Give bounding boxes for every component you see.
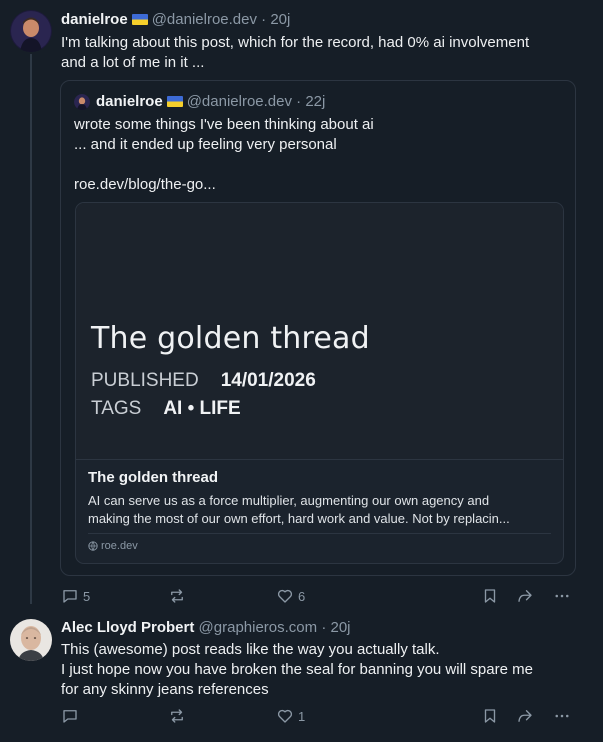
- quote-header: danielroe @danielroe.dev · 22j: [96, 93, 325, 110]
- card-domain-text: roe.dev: [101, 540, 138, 552]
- card-divider: [88, 533, 551, 534]
- post2-line: I just hope now you have broken the seal…: [61, 661, 533, 678]
- post2-bookmark-button[interactable]: [481, 707, 499, 725]
- post2-text: This (awesome) post reads like the way y…: [61, 640, 533, 700]
- quote-line: [74, 155, 374, 175]
- post1-like-button[interactable]: 6: [276, 587, 305, 605]
- card-desc-line: AI can serve us as a force multiplier, a…: [88, 493, 490, 508]
- like-icon: [277, 709, 293, 723]
- post1-time[interactable]: · 20j: [261, 11, 290, 28]
- ukraine-flag-icon: [166, 96, 183, 107]
- post2-more-button[interactable]: [553, 707, 571, 725]
- card-description: AI can serve us as a force multiplier, a…: [88, 492, 558, 528]
- post1-reply-count: 5: [83, 588, 91, 604]
- quote-line: ... and it ended up feeling very persona…: [74, 136, 337, 153]
- quote-link[interactable]: roe.dev/blog/the-go...: [74, 175, 374, 195]
- og-title: The golden thread: [91, 321, 370, 356]
- share-icon: [518, 710, 532, 722]
- post1-more-button[interactable]: [553, 587, 571, 605]
- quote-post[interactable]: danielroe @danielroe.dev · 22j wrote some…: [60, 80, 576, 576]
- avatar-alec[interactable]: [10, 619, 52, 661]
- more-icon: [555, 714, 569, 718]
- repost-icon: [171, 589, 183, 603]
- og-tags: TAGS AI • LIFE: [91, 398, 241, 420]
- quote-avatar: [74, 94, 90, 110]
- post1-author[interactable]: danielroe: [61, 11, 128, 28]
- link-card-image: The golden thread PUBLISHED 14/01/2026 TA…: [76, 203, 563, 460]
- reply-icon: [63, 710, 77, 723]
- card-desc-line: making the most of our own effort, hard …: [88, 511, 510, 526]
- card-domain: roe.dev: [88, 540, 138, 552]
- thread-line: [30, 54, 32, 604]
- post1-line: and a lot of me in it ...: [61, 54, 205, 71]
- bookmark-icon: [484, 589, 496, 603]
- post1-handle[interactable]: @danielroe.dev: [152, 11, 257, 28]
- post2-header: Alec Lloyd Probert @graphieros.com · 20j: [61, 619, 351, 636]
- share-icon: [518, 590, 532, 602]
- link-card[interactable]: The golden thread PUBLISHED 14/01/2026 TA…: [75, 202, 564, 564]
- og-published: PUBLISHED 14/01/2026: [91, 370, 316, 392]
- repost-icon: [171, 709, 183, 723]
- post2-like-button[interactable]: 1: [276, 707, 305, 725]
- og-published-value: 14/01/2026: [220, 370, 316, 391]
- post2-repost-button[interactable]: [168, 707, 190, 725]
- post2-time[interactable]: · 20j: [321, 619, 350, 636]
- post2-line: for any skinny jeans references: [61, 681, 269, 698]
- post2-handle[interactable]: @graphieros.com: [199, 619, 318, 636]
- og-tags-label: TAGS: [91, 398, 142, 419]
- post1-repost-button[interactable]: [168, 587, 190, 605]
- og-published-label: PUBLISHED: [91, 370, 199, 391]
- og-tags-value: AI • LIFE: [163, 398, 241, 419]
- globe-icon: [88, 541, 98, 551]
- post1-line: I'm talking about this post, which for t…: [61, 34, 530, 51]
- quote-text: wrote some things I've been thinking abo…: [74, 115, 374, 195]
- more-icon: [555, 594, 569, 598]
- post1-share-button[interactable]: [516, 587, 534, 605]
- quote-line: wrote some things I've been thinking abo…: [74, 116, 374, 133]
- post1-like-count: 6: [298, 588, 306, 604]
- avatar-danielroe[interactable]: [10, 10, 52, 52]
- post2-share-button[interactable]: [516, 707, 534, 725]
- reply-icon: [63, 590, 77, 603]
- like-icon: [277, 589, 293, 603]
- quote-handle: @danielroe.dev: [186, 93, 292, 110]
- ukraine-flag-icon: [131, 14, 148, 25]
- card-title: The golden thread: [88, 469, 219, 486]
- post2-like-count: 1: [298, 708, 306, 724]
- quote-time: · 22j: [296, 93, 326, 110]
- post1-reply-button[interactable]: 5: [61, 587, 90, 605]
- post2-reply-button[interactable]: [61, 707, 83, 725]
- post2-author[interactable]: Alec Lloyd Probert: [61, 619, 194, 636]
- bookmark-icon: [484, 709, 496, 723]
- post1-bookmark-button[interactable]: [481, 587, 499, 605]
- post1-text: I'm talking about this post, which for t…: [61, 33, 529, 73]
- quote-author: danielroe: [96, 93, 163, 110]
- post1-header: danielroe @danielroe.dev · 20j: [61, 11, 290, 28]
- post2-line: This (awesome) post reads like the way y…: [61, 641, 440, 658]
